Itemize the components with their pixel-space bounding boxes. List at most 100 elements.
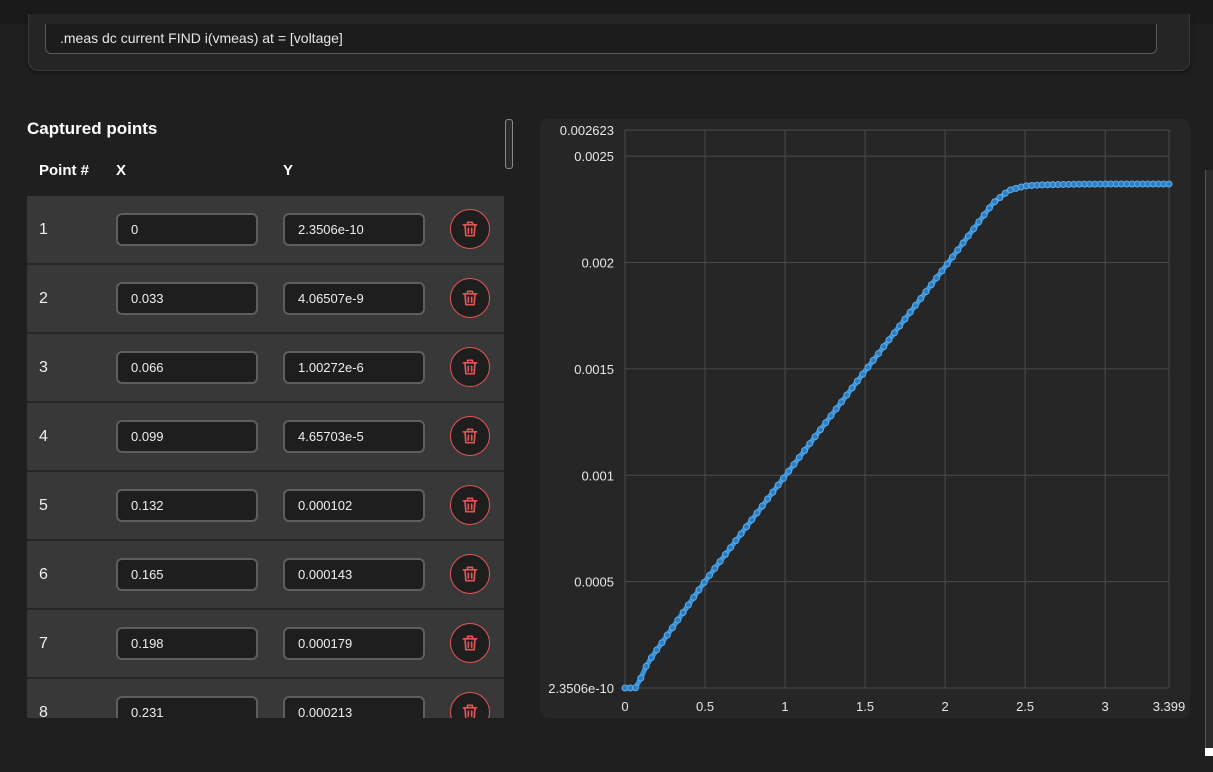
delete-point-button[interactable] [450,485,490,525]
data-point [811,433,819,441]
y-value-input[interactable]: 0.000213 [283,696,425,718]
data-point [959,239,967,247]
trash-icon [460,564,480,584]
points-scrollbar-thumb[interactable] [505,119,513,169]
header-x: X [116,162,127,179]
data-point [790,460,798,468]
data-point [954,246,962,254]
table-row: 2 0.033 4.06507e-9 [27,265,504,334]
table-row: 1 0 2.3506e-10 [27,196,504,265]
trash-icon [460,633,480,653]
point-number: 6 [39,566,48,583]
data-point [632,684,640,692]
data-point [690,593,698,601]
x-tick-label: 1.5 [856,699,874,714]
y-tick-label: 0.0025 [574,149,614,164]
x-tick-label: 0 [621,699,628,714]
trash-icon [460,219,480,239]
data-point [996,193,1004,201]
data-point [927,281,935,289]
data-point [964,232,972,240]
data-point [816,426,824,434]
delete-point-button[interactable] [450,209,490,249]
data-point [917,294,925,302]
data-point [948,253,956,261]
table-row: 3 0.066 1.00272e-6 [27,334,504,403]
data-point [779,474,787,482]
data-point [890,329,898,337]
data-point [769,488,777,496]
y-value-input[interactable]: 0.000143 [283,558,425,591]
data-point [795,453,803,461]
y-value-input[interactable]: 0.000102 [283,489,425,522]
data-point [938,267,946,275]
data-point [806,440,814,448]
data-point [647,654,655,662]
measure-command-input[interactable]: .meas dc current FIND i(vmeas) at = [vol… [45,24,1157,54]
x-value-input[interactable]: 0.066 [116,351,258,384]
x-value-input[interactable]: 0.132 [116,489,258,522]
data-point [727,544,735,552]
point-number: 2 [39,290,48,307]
x-tick-label: 3.399 [1153,699,1186,714]
data-point [832,405,840,413]
point-number: 8 [39,704,48,718]
y-value-input[interactable]: 4.65703e-5 [283,420,425,453]
table-row: 8 0.231 0.000213 [27,679,504,718]
data-point [843,391,851,399]
y-value-input[interactable]: 2.3506e-10 [283,213,425,246]
delete-point-button[interactable] [450,692,490,718]
data-point [848,384,856,392]
scrollbar-corner [1205,748,1213,756]
data-point [869,356,877,364]
x-value-input[interactable]: 0.099 [116,420,258,453]
data-point [991,198,999,206]
data-point [975,218,983,226]
x-value-input[interactable]: 0.198 [116,627,258,660]
line-chart: 0 0.5 1 1.5 2 2.5 3 3.399 2.3506e-10 0.0005 0.001 0… [548,123,1186,714]
delete-point-button[interactable] [450,416,490,456]
data-point [801,446,809,454]
points-table-header: Point # X Y [27,160,504,184]
x-value-input[interactable]: 0.033 [116,282,258,315]
data-point [637,674,645,682]
captured-points-title: Captured points [27,119,158,138]
trash-icon [460,702,480,718]
data-point [642,662,650,670]
trash-icon [460,495,480,515]
y-tick-label: 0.0005 [574,575,614,590]
table-row: 7 0.198 0.000179 [27,610,504,679]
x-value-input[interactable]: 0.165 [116,558,258,591]
trash-icon [460,288,480,308]
y-tick-label: 0.001 [581,468,614,483]
delete-point-button[interactable] [450,623,490,663]
y-value-input[interactable]: 4.06507e-9 [283,282,425,315]
data-point [785,467,793,475]
data-point [859,370,867,378]
x-tick-label: 2 [941,699,948,714]
points-table-body: 1 0 2.3506e-10 2 0.033 4.06507e-9 3 0.066 1.0027… [27,196,504,718]
data-point [684,601,692,609]
x-tick-label: 3 [1102,699,1109,714]
delete-point-button[interactable] [450,278,490,318]
data-point [970,225,978,233]
y-value-input[interactable]: 1.00272e-6 [283,351,425,384]
data-point [922,288,930,296]
table-row: 5 0.132 0.000102 [27,472,504,541]
y-value-input[interactable]: 0.000179 [283,627,425,660]
point-number: 1 [39,221,48,238]
data-point [875,350,883,358]
data-point [906,308,914,316]
x-tick-label: 1 [781,699,788,714]
page-scrollbar[interactable] [1205,170,1213,755]
delete-point-button[interactable] [450,554,490,594]
x-value-input[interactable]: 0.231 [116,696,258,718]
data-point [721,551,729,559]
header-y: Y [283,162,294,179]
data-point [758,502,766,510]
data-point [748,516,756,524]
delete-point-button[interactable] [450,347,490,387]
series-line [622,181,1172,691]
data-point [901,315,909,323]
x-value-input[interactable]: 0 [116,213,258,246]
